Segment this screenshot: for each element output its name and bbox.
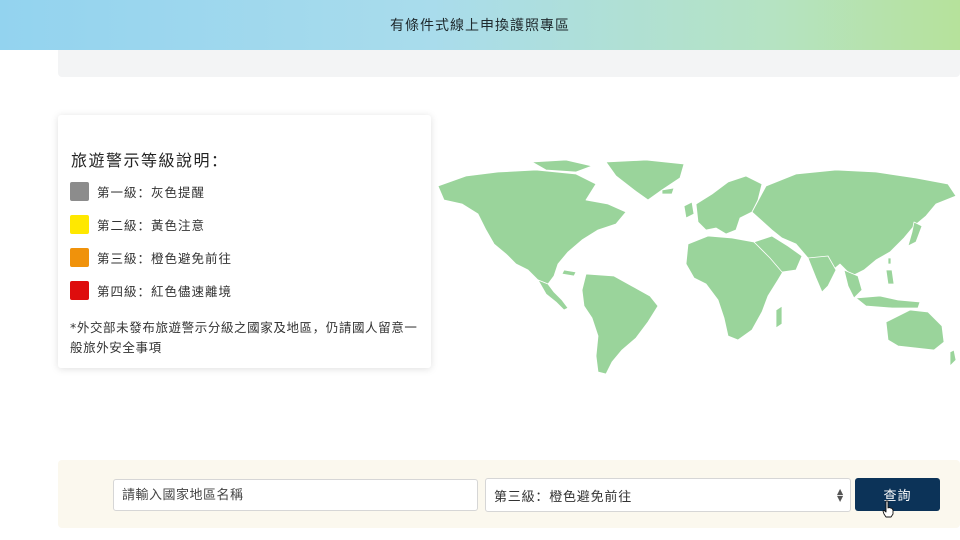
- gray-swatch: [70, 182, 89, 201]
- legend-item-label: 第三級：橙色避免前往: [97, 251, 233, 266]
- map-region-indonesia: [855, 295, 921, 309]
- legend-item-label: 第二級：黃色注意: [97, 218, 206, 233]
- legend-footnote: *外交部未發布旅遊警示分級之國家及地區，仍請國人留意一般旅外安全事項: [70, 320, 418, 355]
- map-region-taiwan: [887, 257, 892, 265]
- red-swatch: [70, 281, 89, 300]
- orange-swatch: [70, 248, 89, 267]
- top-banner: 有條件式線上申換護照專區: [0, 0, 960, 50]
- legend-title: 旅遊警示等級說明：: [71, 151, 229, 170]
- travel-alert-legend-card: 旅遊警示等級說明： 第一級：灰色提醒 第二級：黃色注意 第三級：橙色避免前往 第…: [58, 115, 431, 368]
- legend-item-level-1: 第一級：灰色提醒: [70, 182, 205, 201]
- legend-item-level-3: 第三級：橙色避免前往: [70, 248, 232, 267]
- map-region-central-america: [537, 279, 569, 311]
- alert-level-selected: 第三級：橙色避免前往: [494, 489, 633, 505]
- map-region-new-zealand: [949, 349, 957, 367]
- legend-item-label: 第一級：灰色提醒: [97, 185, 206, 200]
- alert-level-select[interactable]: 第三級：橙色避免前往 ▲ ▼: [485, 478, 851, 512]
- map-region-europe: [695, 175, 763, 235]
- query-button[interactable]: 查詢: [855, 478, 940, 511]
- map-region-caribbean: [561, 269, 577, 277]
- map-region-madagascar: [775, 305, 783, 329]
- select-arrows-icon: ▲ ▼: [837, 487, 844, 503]
- map-region-australia: [885, 309, 945, 351]
- map-region-philippines: [885, 269, 895, 285]
- legend-item-level-4: 第四級：紅色儘速離境: [70, 281, 232, 300]
- page-title: 有條件式線上申換護照專區: [390, 18, 570, 34]
- map-region-southeast-asia: [843, 269, 863, 299]
- yellow-swatch: [70, 215, 89, 234]
- map-region-north-america: [437, 169, 627, 285]
- sub-header-bar: [58, 50, 960, 77]
- legend-item-level-2: 第二級：黃色注意: [70, 215, 205, 234]
- world-map[interactable]: [436, 160, 960, 380]
- hand-cursor-icon: [882, 500, 894, 518]
- country-search-input[interactable]: [113, 479, 478, 511]
- legend-item-label: 第四級：紅色儘速離境: [97, 284, 233, 299]
- map-region-uk: [683, 201, 695, 219]
- map-region-south-america: [581, 273, 659, 375]
